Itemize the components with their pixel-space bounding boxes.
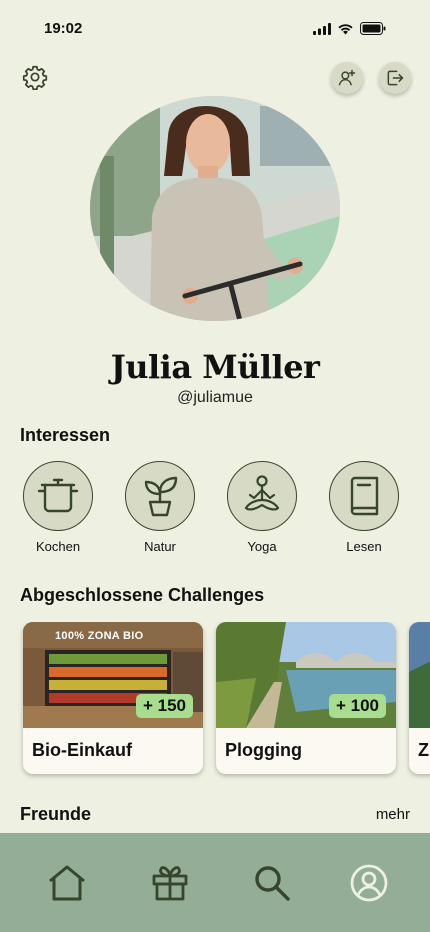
interest-label: Kochen bbox=[35, 539, 81, 554]
signal-icon bbox=[313, 22, 331, 35]
nav-home-button[interactable] bbox=[45, 861, 89, 905]
challenges-carousel[interactable]: 100% ZONA BIO + 150 Bio-Einkauf + 100 Pl… bbox=[0, 622, 430, 782]
plant-icon bbox=[144, 476, 178, 517]
status-bar: 19:02 bbox=[0, 0, 430, 56]
yoga-icon bbox=[244, 475, 280, 511]
interest-item-lesen[interactable]: Lesen bbox=[324, 461, 404, 554]
challenge-label: Plogging bbox=[225, 740, 302, 760]
challenge-card-partial[interactable]: Z bbox=[409, 622, 430, 774]
challenge-label: Bio-Einkauf bbox=[32, 740, 133, 760]
interest-item-yoga[interactable]: Yoga bbox=[222, 461, 302, 554]
nav-rewards-button[interactable] bbox=[148, 861, 192, 905]
challenge-label: Z bbox=[418, 740, 429, 760]
profile-name: Julia Müller bbox=[110, 348, 320, 386]
home-icon bbox=[49, 865, 85, 901]
friends-more-link[interactable]: mehr bbox=[376, 806, 410, 823]
gear-icon bbox=[22, 65, 48, 90]
profile-icon bbox=[350, 864, 388, 902]
add-user-icon bbox=[338, 69, 356, 86]
battery-icon bbox=[360, 22, 386, 35]
interest-label: Natur bbox=[144, 539, 176, 554]
logout-icon bbox=[387, 70, 404, 86]
interest-label: Yoga bbox=[247, 539, 277, 554]
pot-icon bbox=[37, 478, 79, 513]
interests-list: Kochen Natur Yoga Lesen bbox=[0, 461, 430, 561]
challenges-title: Abgeschlossene Challenges bbox=[20, 585, 265, 605]
search-icon bbox=[255, 866, 290, 901]
points-badge: + 100 bbox=[328, 694, 386, 718]
shop-sign-text: 100% ZONA BIO bbox=[55, 630, 144, 642]
gift-icon bbox=[152, 866, 188, 901]
challenge-card-plogging[interactable]: + 100 Plogging bbox=[216, 622, 396, 774]
interests-title: Interessen bbox=[20, 425, 111, 445]
profile-handle: @juliamue bbox=[177, 389, 253, 406]
settings-button[interactable] bbox=[20, 62, 50, 92]
status-icons bbox=[313, 22, 386, 35]
add-friend-button[interactable] bbox=[331, 62, 363, 94]
interest-label: Lesen bbox=[346, 539, 382, 554]
logout-button[interactable] bbox=[379, 62, 411, 94]
challenge-card-bio-einkauf[interactable]: 100% ZONA BIO + 150 Bio-Einkauf bbox=[23, 622, 203, 774]
profile-photo bbox=[90, 96, 340, 321]
wifi-icon bbox=[338, 23, 353, 34]
interest-item-kochen[interactable]: Kochen bbox=[18, 461, 98, 554]
interest-item-natur[interactable]: Natur bbox=[120, 461, 200, 554]
book-icon bbox=[350, 476, 379, 516]
status-time: 19:02 bbox=[44, 20, 83, 37]
nav-search-button[interactable] bbox=[250, 861, 294, 905]
nav-profile-button[interactable] bbox=[347, 861, 391, 905]
friends-title: Freunde bbox=[20, 804, 92, 824]
bottom-nav bbox=[0, 833, 430, 932]
points-badge: + 150 bbox=[135, 694, 193, 718]
challenge-image bbox=[409, 622, 430, 728]
